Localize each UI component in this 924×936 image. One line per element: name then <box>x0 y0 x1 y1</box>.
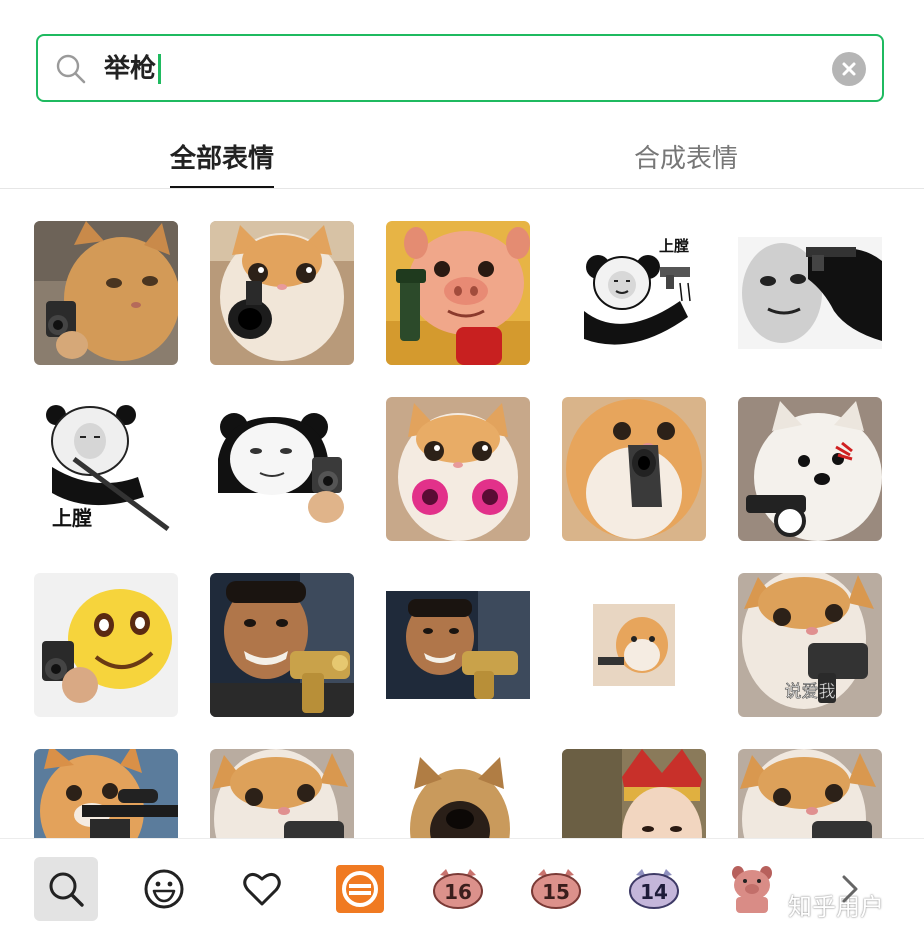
sticker-smiley-with-gun[interactable] <box>34 573 178 717</box>
search-icon <box>56 54 86 84</box>
sticker-tabs: 全部表情 合成表情 <box>0 120 924 190</box>
sticker-cat-gun-partial[interactable] <box>210 749 354 838</box>
sticker-man-golden-gun[interactable] <box>210 573 354 717</box>
orange-pack-icon <box>336 865 384 913</box>
tab-combined-stickers-label: 合成表情 <box>634 144 739 174</box>
sticker-man-golden-gun-small[interactable] <box>386 573 530 717</box>
search-query-text: 举枪 <box>104 54 157 84</box>
toolbar-pack-pig-15[interactable]: 15 <box>524 857 588 921</box>
toolbar-favorites-button[interactable] <box>230 857 294 921</box>
sticker-panel-toolbar: 16 15 14 知乎用户 <box>0 838 924 936</box>
sticker-tiny-cat-gun[interactable] <box>562 573 706 717</box>
sticker-white-dog-gun[interactable] <box>738 397 882 541</box>
sticker-dog-teeth[interactable] <box>386 749 530 838</box>
heart-icon <box>243 872 281 906</box>
text-caret <box>158 54 162 84</box>
sticker-cat-sniper-rifle[interactable] <box>34 749 178 838</box>
sticker-panda-meme-gun[interactable]: 上膛 <box>562 221 706 365</box>
toolbar-search-button[interactable] <box>34 857 98 921</box>
sticker-grid: 上膛 上膛 说爱我 <box>0 190 924 838</box>
pig-badge-icon: 14 <box>629 869 679 909</box>
pig-badge-label: 14 <box>640 880 668 904</box>
search-bar[interactable]: 举枪 <box>36 34 884 102</box>
sticker-panda-rifle[interactable]: 上膛 <box>34 397 178 541</box>
clear-icon <box>842 62 856 76</box>
pig-icon <box>732 866 772 913</box>
toolbar-pack-pig-14[interactable]: 14 <box>622 857 686 921</box>
pig-badge-icon: 15 <box>531 869 581 909</box>
sticker-kitten-pink-guns[interactable] <box>386 397 530 541</box>
sticker-cat-pointing-gun[interactable] <box>34 221 178 365</box>
sticker-kitten-gun-at-camera[interactable] <box>210 221 354 365</box>
clear-button[interactable] <box>832 52 866 86</box>
sticker-cat-gun-close[interactable] <box>562 397 706 541</box>
pig-badge-label: 16 <box>444 880 472 904</box>
sticker-man-headdress[interactable] <box>562 749 706 838</box>
search-icon <box>49 872 84 907</box>
tab-all-stickers[interactable]: 全部表情 <box>170 142 275 189</box>
sticker-panda-holding-pistol[interactable] <box>210 397 354 541</box>
sticker-caption: 上膛 <box>52 506 92 530</box>
toolbar-pack-pig[interactable] <box>720 857 784 921</box>
sticker-caption: 上膛 <box>659 237 689 255</box>
pig-badge-icon: 16 <box>433 869 483 909</box>
smiley-icon <box>144 869 184 909</box>
chevron-right-icon[interactable] <box>838 873 862 905</box>
tab-combined-stickers[interactable]: 合成表情 <box>634 142 738 176</box>
sticker-cat-gun-partial-2[interactable] <box>738 749 882 838</box>
watermark: 知乎用户 <box>788 893 884 921</box>
sticker-panda-face-gun-to-head[interactable] <box>738 221 882 365</box>
toolbar-pack-orange[interactable] <box>328 857 392 921</box>
sticker-caption: 说爱我 <box>785 682 836 702</box>
search-input[interactable]: 举枪 <box>104 50 162 88</box>
pig-badge-label: 15 <box>542 880 570 904</box>
sticker-cat-gun-love-you[interactable]: 说爱我 <box>738 573 882 717</box>
sticker-cartoon-pig-with-gun[interactable] <box>386 221 530 365</box>
divider <box>0 188 924 189</box>
toolbar-emoji-button[interactable] <box>132 857 196 921</box>
toolbar-pack-pig-16[interactable]: 16 <box>426 857 490 921</box>
tab-all-stickers-label: 全部表情 <box>170 144 275 174</box>
